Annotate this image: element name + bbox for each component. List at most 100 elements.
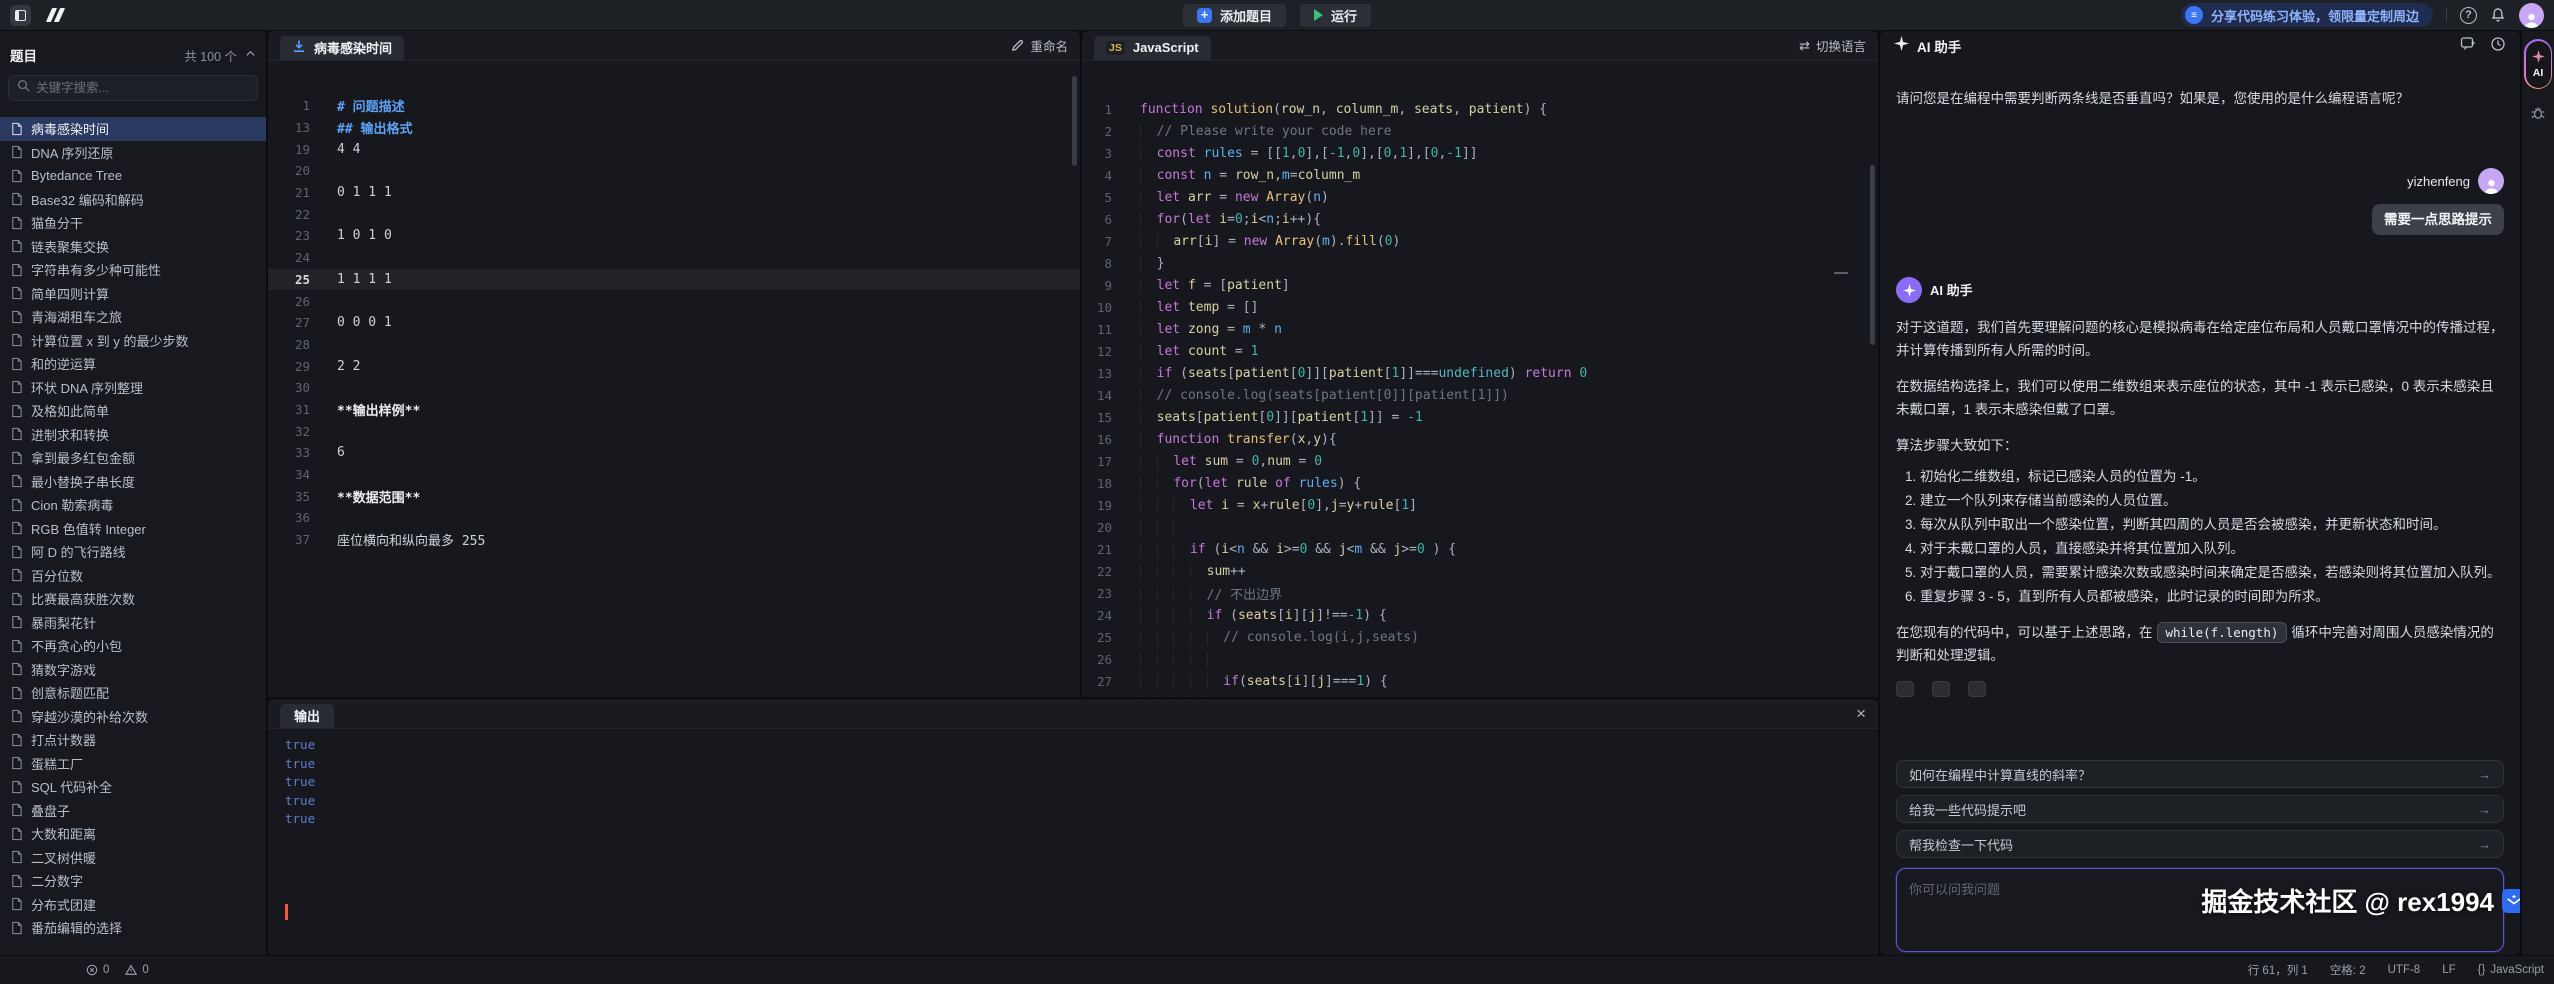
code-line[interactable]: 9 let f = [patient]: [1082, 274, 1878, 296]
sidebar-item[interactable]: 猜数字游戏: [0, 658, 266, 682]
sidebar-item[interactable]: 穿越沙漠的补给次数: [0, 705, 266, 729]
sidebar-item[interactable]: 简单四则计算: [0, 282, 266, 306]
desc-line[interactable]: 31**输出样例**: [268, 399, 1080, 421]
suggestion-chip[interactable]: 如何在编程中计算直线的斜率？→: [1896, 760, 2504, 788]
sidebar-item[interactable]: 字符串有多少种可能性: [0, 258, 266, 282]
sidebar-item[interactable]: 大数和距离: [0, 822, 266, 846]
code-line[interactable]: 6 for(let i=0;i<n;i++){: [1082, 208, 1878, 230]
sidebar-item[interactable]: 及格如此简单: [0, 399, 266, 423]
sidebar-item[interactable]: 打点计数器: [0, 728, 266, 752]
sidebar-item[interactable]: SQL 代码补全: [0, 775, 266, 799]
marscode-logo-icon[interactable]: [49, 8, 62, 22]
desc-line[interactable]: 24: [268, 247, 1080, 269]
indentation[interactable]: 空格: 2: [2330, 962, 2366, 978]
close-icon[interactable]: ×: [1856, 705, 1866, 722]
desc-line[interactable]: 210 1 1 1: [268, 182, 1080, 204]
cursor-position[interactable]: 行 61，列 1: [2248, 962, 2308, 978]
code-line[interactable]: 28: [1082, 692, 1878, 697]
description-editor[interactable]: 1# 问题描述13## 输出格式194 420210 1 1 122231 0 …: [268, 62, 1080, 697]
chevron-up-icon[interactable]: [245, 46, 256, 64]
tab-problem-description[interactable]: 病毒感染时间: [280, 36, 404, 60]
desc-line[interactable]: 32: [268, 420, 1080, 442]
scrollbar-thumb[interactable]: [1072, 76, 1077, 166]
search-input[interactable]: [36, 81, 249, 95]
sidebar-item[interactable]: 暴雨梨花针: [0, 611, 266, 635]
errors-indicator[interactable]: 0: [86, 964, 109, 976]
rename-button[interactable]: 重命名: [1011, 36, 1068, 55]
code-line[interactable]: 19 let i = x+rule[0],j=y+rule[1]: [1082, 494, 1878, 516]
code-line[interactable]: 2 // Please write your code here: [1082, 120, 1878, 142]
run-button[interactable]: 运行: [1300, 4, 1371, 27]
desc-line[interactable]: 231 0 1 0: [268, 225, 1080, 247]
output-console[interactable]: truetruetruetruetrue: [268, 730, 1878, 955]
desc-line[interactable]: 20: [268, 160, 1080, 182]
history-icon[interactable]: [2490, 36, 2506, 57]
search-box[interactable]: [8, 75, 258, 101]
sidebar-item[interactable]: 猫鱼分干: [0, 211, 266, 235]
sidebar-item[interactable]: 环状 DNA 序列整理: [0, 376, 266, 400]
suggestion-chip[interactable]: 给我一些代码提示吧→: [1896, 795, 2504, 823]
desc-line[interactable]: 35**数据范围**: [268, 485, 1080, 507]
sidebar-item[interactable]: 百分位数: [0, 564, 266, 588]
code-line[interactable]: 20: [1082, 516, 1878, 538]
notifications-icon[interactable]: [2490, 7, 2506, 23]
new-chat-icon[interactable]: [2460, 36, 2476, 57]
code-line[interactable]: 4 const n = row_n,m=column_m: [1082, 164, 1878, 186]
desc-line[interactable]: 1# 问题描述: [268, 95, 1080, 117]
sidebar-item[interactable]: 蛋糕工厂: [0, 752, 266, 776]
sidebar-item[interactable]: 叠盘子: [0, 799, 266, 823]
sidebar-item[interactable]: 计算位置 x 到 y 的最少步数: [0, 329, 266, 353]
code-line[interactable]: 15 seats[patient[0]][patient[1]] = -1: [1082, 406, 1878, 428]
switch-language-button[interactable]: ⇄ 切换语言: [1799, 36, 1866, 55]
code-line[interactable]: 3 const rules = [[1,0],[-1,0],[0,1],[0,-…: [1082, 142, 1878, 164]
debug-icon[interactable]: [2530, 105, 2546, 126]
code-line[interactable]: 5 let arr = new Array(n): [1082, 186, 1878, 208]
sidebar-toggle-icon[interactable]: [10, 5, 31, 26]
desc-line[interactable]: 251 1 1 1: [268, 269, 1080, 291]
code-line[interactable]: 11 let zong = m * n: [1082, 318, 1878, 340]
code-line[interactable]: 7 arr[i] = new Array(m).fill(0): [1082, 230, 1878, 252]
sidebar-item[interactable]: 进制求和转换: [0, 423, 266, 447]
code-line[interactable]: 17 let sum = 0,num = 0: [1082, 450, 1878, 472]
add-question-button[interactable]: + 添加题目: [1183, 4, 1286, 27]
code-line[interactable]: 13 if (seats[patient[0]][patient[1]]===u…: [1082, 362, 1878, 384]
suggestion-chip[interactable]: 帮我检查一下代码→: [1896, 830, 2504, 858]
sidebar-item[interactable]: RGB 色值转 Integer: [0, 517, 266, 541]
message-action-button-2[interactable]: [1932, 681, 1950, 697]
desc-line[interactable]: 270 0 0 1: [268, 312, 1080, 334]
code-line[interactable]: 16 function transfer(x,y){: [1082, 428, 1878, 450]
code-line[interactable]: 25 // console.log(i,j,seats): [1082, 626, 1878, 648]
warnings-indicator[interactable]: 0: [125, 964, 148, 976]
desc-line[interactable]: 30: [268, 377, 1080, 399]
user-avatar[interactable]: [2519, 3, 2544, 28]
code-line[interactable]: 22 sum++: [1082, 560, 1878, 582]
message-action-button-1[interactable]: [1896, 681, 1914, 697]
desc-line[interactable]: 336: [268, 442, 1080, 464]
sidebar-item[interactable]: 不再贪心的小包: [0, 634, 266, 658]
code-line[interactable]: 1function solution(row_n, column_m, seat…: [1082, 98, 1878, 120]
code-line[interactable]: 23 // 不出边界: [1082, 582, 1878, 604]
eol-sequence[interactable]: LF: [2442, 964, 2455, 976]
code-line[interactable]: 21 if (i<n && i>=0 && j<m && j>=0 ) {: [1082, 538, 1878, 560]
sidebar-item[interactable]: 分布式团建: [0, 893, 266, 917]
sidebar-item[interactable]: 创意标题匹配: [0, 681, 266, 705]
sidebar-item[interactable]: 番茄编辑的选择: [0, 916, 266, 940]
desc-line[interactable]: 28: [268, 334, 1080, 356]
sidebar-item[interactable]: 最小替换子串长度: [0, 470, 266, 494]
tab-output[interactable]: 输出: [280, 704, 334, 728]
sidebar-item[interactable]: 青海湖租车之旅: [0, 305, 266, 329]
code-line[interactable]: 14 // console.log(seats[patient[0]][pati…: [1082, 384, 1878, 406]
sidebar-item[interactable]: 拿到最多红包金额: [0, 446, 266, 470]
desc-line[interactable]: 37座位横向和纵向最多 255: [268, 529, 1080, 551]
sidebar-item[interactable]: Cion 勒索病毒: [0, 493, 266, 517]
desc-line[interactable]: 13## 输出格式: [268, 117, 1080, 139]
message-action-button-3[interactable]: [1968, 681, 1986, 697]
encoding[interactable]: UTF-8: [2388, 964, 2421, 976]
desc-line[interactable]: 292 2: [268, 355, 1080, 377]
sidebar-item[interactable]: 病毒感染时间: [0, 117, 266, 141]
desc-line[interactable]: 26: [268, 290, 1080, 312]
sidebar-item[interactable]: Base32 编码和解码: [0, 188, 266, 212]
desc-line[interactable]: 22: [268, 203, 1080, 225]
desc-line[interactable]: 36: [268, 507, 1080, 529]
code-line[interactable]: 26: [1082, 648, 1878, 670]
